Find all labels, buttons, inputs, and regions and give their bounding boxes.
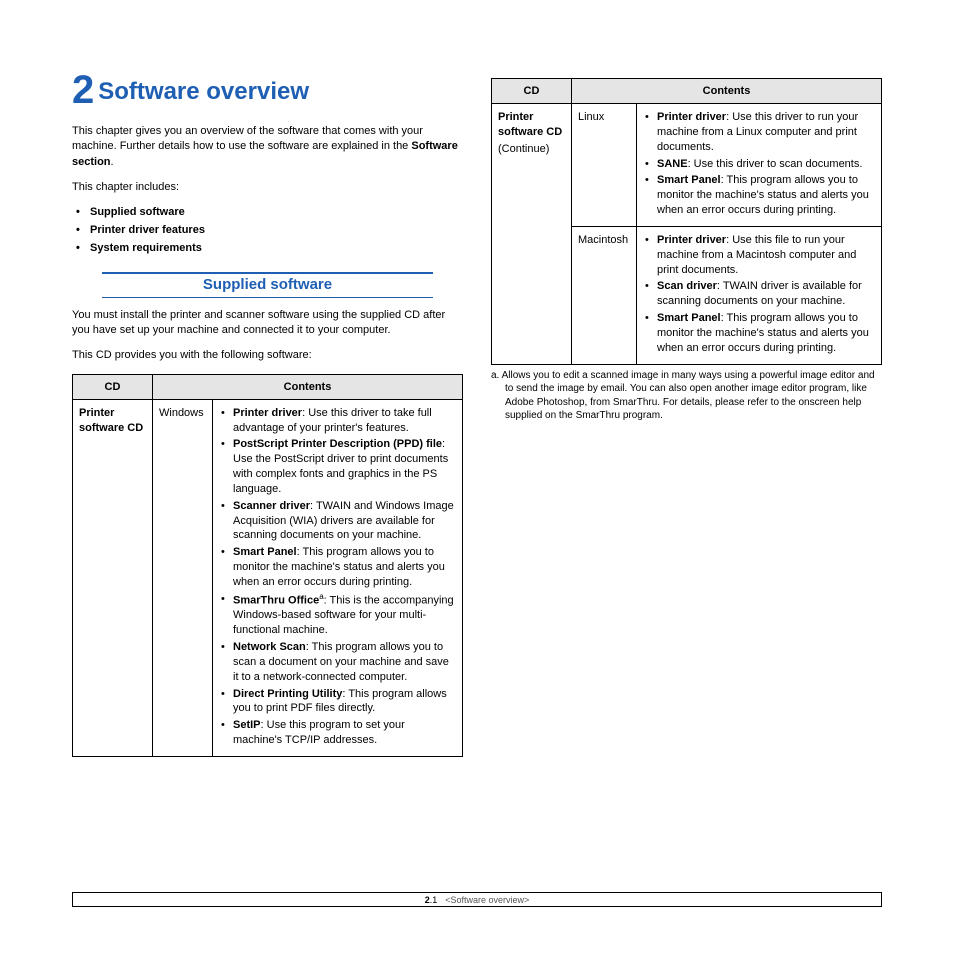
list-item: Smart Panel: This program allows you to …: [657, 173, 875, 218]
page-footer: 2.1 <Software overview>: [72, 892, 882, 908]
section-paragraph: This CD provides you with the following …: [72, 348, 463, 363]
footnote: a. Allows you to edit a scanned image in…: [491, 369, 882, 423]
chapter-number: 2: [72, 68, 94, 112]
section-paragraph: You must install the printer and scanner…: [72, 308, 463, 339]
toc-item[interactable]: Printer driver features: [90, 224, 463, 236]
list-item: SmarThru Officea: This is the accompanyi…: [233, 592, 456, 638]
section-heading-wrap: Supplied software: [72, 272, 463, 298]
cd-label-cell: Printer software CD: [73, 399, 153, 756]
software-table-right: CD Contents Printer software CD (Continu…: [491, 78, 882, 365]
table-header-cd: CD: [73, 374, 153, 399]
list-item: Direct Printing Utility: This program al…: [233, 687, 456, 717]
chapter-heading: 2Software overview: [72, 70, 463, 110]
os-cell: Linux: [572, 104, 637, 227]
list-item: Smart Panel: This program allows you to …: [233, 545, 456, 590]
table-header-cd: CD: [492, 79, 572, 104]
os-cell: Windows: [153, 399, 213, 756]
list-item: Scanner driver: TWAIN and Windows Image …: [233, 499, 456, 544]
page-body: 2Software overview This chapter gives yo…: [0, 0, 954, 757]
toc-item[interactable]: System requirements: [90, 242, 463, 254]
list-item: Printer driver: Use this file to run you…: [657, 233, 875, 278]
contents-cell: Printer driver: Use this driver to run y…: [637, 104, 882, 227]
list-item: Smart Panel: This program allows you to …: [657, 311, 875, 356]
software-table-left: CD Contents Printer software CD Windows …: [72, 374, 463, 757]
page-number: 2.1: [425, 895, 438, 905]
table-row: Printer software CD (Continue) Linux Pri…: [492, 104, 882, 227]
list-item: Printer driver: Use this driver to run y…: [657, 110, 875, 155]
right-column: CD Contents Printer software CD (Continu…: [491, 70, 882, 757]
intro-paragraph-2: This chapter includes:: [72, 180, 463, 195]
list-item: Network Scan: This program allows you to…: [233, 640, 456, 685]
list-item: Printer driver: Use this driver to take …: [233, 406, 456, 436]
table-header-contents: Contents: [153, 374, 463, 399]
chapter-title-text: Software overview: [98, 78, 309, 105]
toc-item[interactable]: Supplied software: [90, 206, 463, 218]
cd-label-cell: Printer software CD (Continue): [492, 104, 572, 365]
contents-cell: Printer driver: Use this file to run you…: [637, 226, 882, 364]
table-row: Printer software CD Windows Printer driv…: [73, 399, 463, 756]
left-column: 2Software overview This chapter gives yo…: [72, 70, 463, 757]
list-item: PostScript Printer Description (PPD) fil…: [233, 437, 456, 496]
contents-cell: Printer driver: Use this driver to take …: [213, 399, 463, 756]
section-heading: Supplied software: [72, 276, 463, 293]
list-item: SetIP: Use this program to set your mach…: [233, 718, 456, 748]
section-rule-top: [102, 272, 433, 274]
chapter-toc-list: Supplied software Printer driver feature…: [72, 206, 463, 254]
table-header-contents: Contents: [572, 79, 882, 104]
list-item: SANE: Use this driver to scan documents.: [657, 157, 875, 172]
section-rule-bottom: [102, 297, 433, 298]
os-cell: Macintosh: [572, 226, 637, 364]
intro-paragraph-1: This chapter gives you an overview of th…: [72, 124, 463, 170]
list-item: Scan driver: TWAIN driver is available f…: [657, 279, 875, 309]
footer-breadcrumb: <Software overview>: [445, 895, 529, 905]
